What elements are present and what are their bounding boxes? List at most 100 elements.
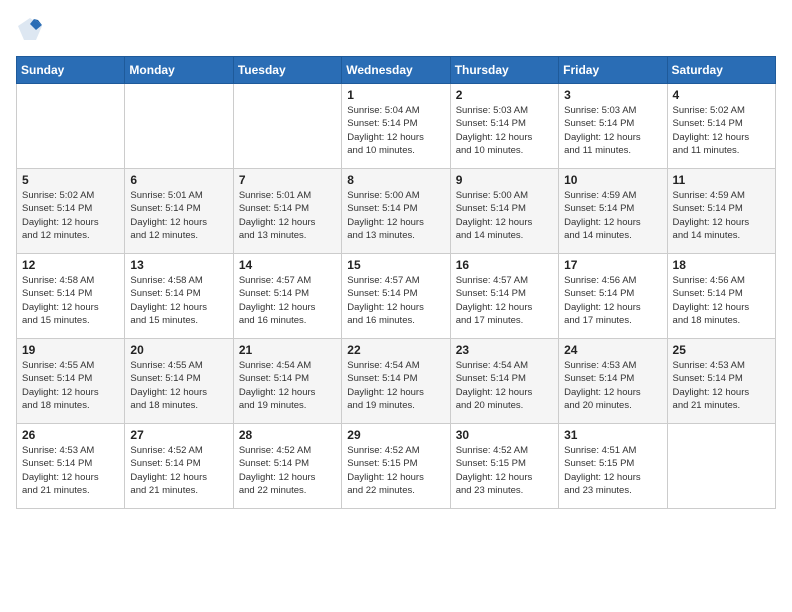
calendar-cell	[233, 84, 341, 169]
day-number: 29	[347, 428, 444, 442]
calendar-cell: 15 Sunrise: 4:57 AMSunset: 5:14 PMDayligh…	[342, 254, 450, 339]
day-number: 11	[673, 173, 770, 187]
calendar-cell: 4 Sunrise: 5:02 AMSunset: 5:14 PMDaylight…	[667, 84, 775, 169]
day-info: Sunrise: 5:03 AMSunset: 5:14 PMDaylight:…	[564, 104, 661, 157]
page-header	[16, 16, 776, 44]
calendar-cell: 28 Sunrise: 4:52 AMSunset: 5:14 PMDayligh…	[233, 424, 341, 509]
calendar-cell: 21 Sunrise: 4:54 AMSunset: 5:14 PMDayligh…	[233, 339, 341, 424]
day-info: Sunrise: 4:54 AMSunset: 5:14 PMDaylight:…	[456, 359, 553, 412]
day-number: 21	[239, 343, 336, 357]
day-number: 20	[130, 343, 227, 357]
day-info: Sunrise: 4:55 AMSunset: 5:14 PMDaylight:…	[130, 359, 227, 412]
calendar-cell: 16Sunrise: 4:57 AMSunset: 5:14 PMDayligh…	[450, 254, 558, 339]
day-number: 26	[22, 428, 119, 442]
day-number: 4	[673, 88, 770, 102]
calendar-cell: 24 Sunrise: 4:53 AMSunset: 5:14 PMDayligh…	[559, 339, 667, 424]
day-number: 22	[347, 343, 444, 357]
day-number: 19	[22, 343, 119, 357]
day-number: 31	[564, 428, 661, 442]
week-row-2: 5 Sunrise: 5:02 AMSunset: 5:14 PMDaylight…	[17, 169, 776, 254]
col-header-wednesday: Wednesday	[342, 57, 450, 84]
calendar-cell: 9 Sunrise: 5:00 AMSunset: 5:14 PMDaylight…	[450, 169, 558, 254]
calendar-cell: 5 Sunrise: 5:02 AMSunset: 5:14 PMDaylight…	[17, 169, 125, 254]
day-info: Sunrise: 5:01 AMSunset: 5:14 PMDaylight:…	[130, 189, 227, 242]
col-header-thursday: Thursday	[450, 57, 558, 84]
day-info: Sunrise: 4:53 AMSunset: 5:14 PMDaylight:…	[22, 444, 119, 497]
calendar-cell: 3 Sunrise: 5:03 AMSunset: 5:14 PMDaylight…	[559, 84, 667, 169]
day-number: 3	[564, 88, 661, 102]
calendar-cell: 12 Sunrise: 4:58 AMSunset: 5:14 PMDayligh…	[17, 254, 125, 339]
col-header-saturday: Saturday	[667, 57, 775, 84]
logo	[16, 16, 48, 44]
day-info: Sunrise: 4:54 AMSunset: 5:14 PMDaylight:…	[347, 359, 444, 412]
day-info: Sunrise: 4:55 AMSunset: 5:14 PMDaylight:…	[22, 359, 119, 412]
day-number: 13	[130, 258, 227, 272]
calendar-cell: 18Sunrise: 4:56 AMSunset: 5:14 PMDayligh…	[667, 254, 775, 339]
week-row-5: 26 Sunrise: 4:53 AMSunset: 5:14 PMDayligh…	[17, 424, 776, 509]
col-header-friday: Friday	[559, 57, 667, 84]
col-header-sunday: Sunday	[17, 57, 125, 84]
day-info: Sunrise: 4:54 AMSunset: 5:14 PMDaylight:…	[239, 359, 336, 412]
calendar-cell: 27 Sunrise: 4:52 AMSunset: 5:14 PMDayligh…	[125, 424, 233, 509]
day-info: Sunrise: 4:59 AMSunset: 5:14 PMDaylight:…	[564, 189, 661, 242]
week-row-4: 19 Sunrise: 4:55 AMSunset: 5:14 PMDayligh…	[17, 339, 776, 424]
calendar-cell: 22 Sunrise: 4:54 AMSunset: 5:14 PMDayligh…	[342, 339, 450, 424]
calendar-cell: 25 Sunrise: 4:53 AMSunset: 5:14 PMDayligh…	[667, 339, 775, 424]
day-number: 9	[456, 173, 553, 187]
day-number: 5	[22, 173, 119, 187]
calendar-cell: 17Sunrise: 4:56 AMSunset: 5:14 PMDayligh…	[559, 254, 667, 339]
calendar-cell: 29 Sunrise: 4:52 AMSunset: 5:15 PMDayligh…	[342, 424, 450, 509]
calendar-cell: 8Sunrise: 5:00 AMSunset: 5:14 PMDaylight…	[342, 169, 450, 254]
day-info: Sunrise: 4:52 AMSunset: 5:14 PMDaylight:…	[239, 444, 336, 497]
day-info: Sunrise: 4:52 AMSunset: 5:14 PMDaylight:…	[130, 444, 227, 497]
col-header-monday: Monday	[125, 57, 233, 84]
logo-icon	[16, 16, 44, 44]
day-number: 6	[130, 173, 227, 187]
calendar-cell: 6 Sunrise: 5:01 AMSunset: 5:14 PMDaylight…	[125, 169, 233, 254]
day-info: Sunrise: 4:53 AMSunset: 5:14 PMDaylight:…	[564, 359, 661, 412]
day-info: Sunrise: 4:58 AMSunset: 5:14 PMDaylight:…	[130, 274, 227, 327]
calendar-cell: 10 Sunrise: 4:59 AMSunset: 5:14 PMDayligh…	[559, 169, 667, 254]
calendar-cell: 19 Sunrise: 4:55 AMSunset: 5:14 PMDayligh…	[17, 339, 125, 424]
day-number: 2	[456, 88, 553, 102]
calendar-cell: 2 Sunrise: 5:03 AMSunset: 5:14 PMDaylight…	[450, 84, 558, 169]
day-info: Sunrise: 5:01 AMSunset: 5:14 PMDaylight:…	[239, 189, 336, 242]
day-number: 23	[456, 343, 553, 357]
day-info: Sunrise: 4:57 AMSunset: 5:14 PMDaylight:…	[347, 274, 444, 327]
day-info: Sunrise: 5:02 AMSunset: 5:14 PMDaylight:…	[22, 189, 119, 242]
day-info: Sunrise: 4:58 AMSunset: 5:14 PMDaylight:…	[22, 274, 119, 327]
calendar-cell: 23 Sunrise: 4:54 AMSunset: 5:14 PMDayligh…	[450, 339, 558, 424]
day-number: 30	[456, 428, 553, 442]
day-number: 24	[564, 343, 661, 357]
day-info: Sunrise: 5:02 AMSunset: 5:14 PMDaylight:…	[673, 104, 770, 157]
day-number: 12	[22, 258, 119, 272]
day-info: Sunrise: 5:00 AMSunset: 5:14 PMDaylight:…	[456, 189, 553, 242]
calendar-cell: 31Sunrise: 4:51 AMSunset: 5:15 PMDayligh…	[559, 424, 667, 509]
day-number: 27	[130, 428, 227, 442]
calendar-cell: 30 Sunrise: 4:52 AMSunset: 5:15 PMDayligh…	[450, 424, 558, 509]
day-info: Sunrise: 4:56 AMSunset: 5:14 PMDaylight:…	[673, 274, 770, 327]
calendar-cell: 26 Sunrise: 4:53 AMSunset: 5:14 PMDayligh…	[17, 424, 125, 509]
day-number: 15	[347, 258, 444, 272]
day-info: Sunrise: 4:57 AMSunset: 5:14 PMDaylight:…	[456, 274, 553, 327]
day-number: 10	[564, 173, 661, 187]
week-row-1: 1Sunrise: 5:04 AMSunset: 5:14 PMDaylight…	[17, 84, 776, 169]
calendar-cell	[125, 84, 233, 169]
day-info: Sunrise: 5:04 AMSunset: 5:14 PMDaylight:…	[347, 104, 444, 157]
day-number: 25	[673, 343, 770, 357]
day-number: 7	[239, 173, 336, 187]
calendar-table: SundayMondayTuesdayWednesdayThursdayFrid…	[16, 56, 776, 509]
day-number: 28	[239, 428, 336, 442]
calendar-cell: 20 Sunrise: 4:55 AMSunset: 5:14 PMDayligh…	[125, 339, 233, 424]
day-info: Sunrise: 4:52 AMSunset: 5:15 PMDaylight:…	[347, 444, 444, 497]
day-info: Sunrise: 4:53 AMSunset: 5:14 PMDaylight:…	[673, 359, 770, 412]
day-info: Sunrise: 5:03 AMSunset: 5:14 PMDaylight:…	[456, 104, 553, 157]
calendar-cell: 1Sunrise: 5:04 AMSunset: 5:14 PMDaylight…	[342, 84, 450, 169]
calendar-cell	[667, 424, 775, 509]
day-info: Sunrise: 4:57 AMSunset: 5:14 PMDaylight:…	[239, 274, 336, 327]
day-info: Sunrise: 4:52 AMSunset: 5:15 PMDaylight:…	[456, 444, 553, 497]
col-header-tuesday: Tuesday	[233, 57, 341, 84]
calendar-cell: 13 Sunrise: 4:58 AMSunset: 5:14 PMDayligh…	[125, 254, 233, 339]
calendar-cell: 7 Sunrise: 5:01 AMSunset: 5:14 PMDaylight…	[233, 169, 341, 254]
calendar-cell: 14Sunrise: 4:57 AMSunset: 5:14 PMDayligh…	[233, 254, 341, 339]
